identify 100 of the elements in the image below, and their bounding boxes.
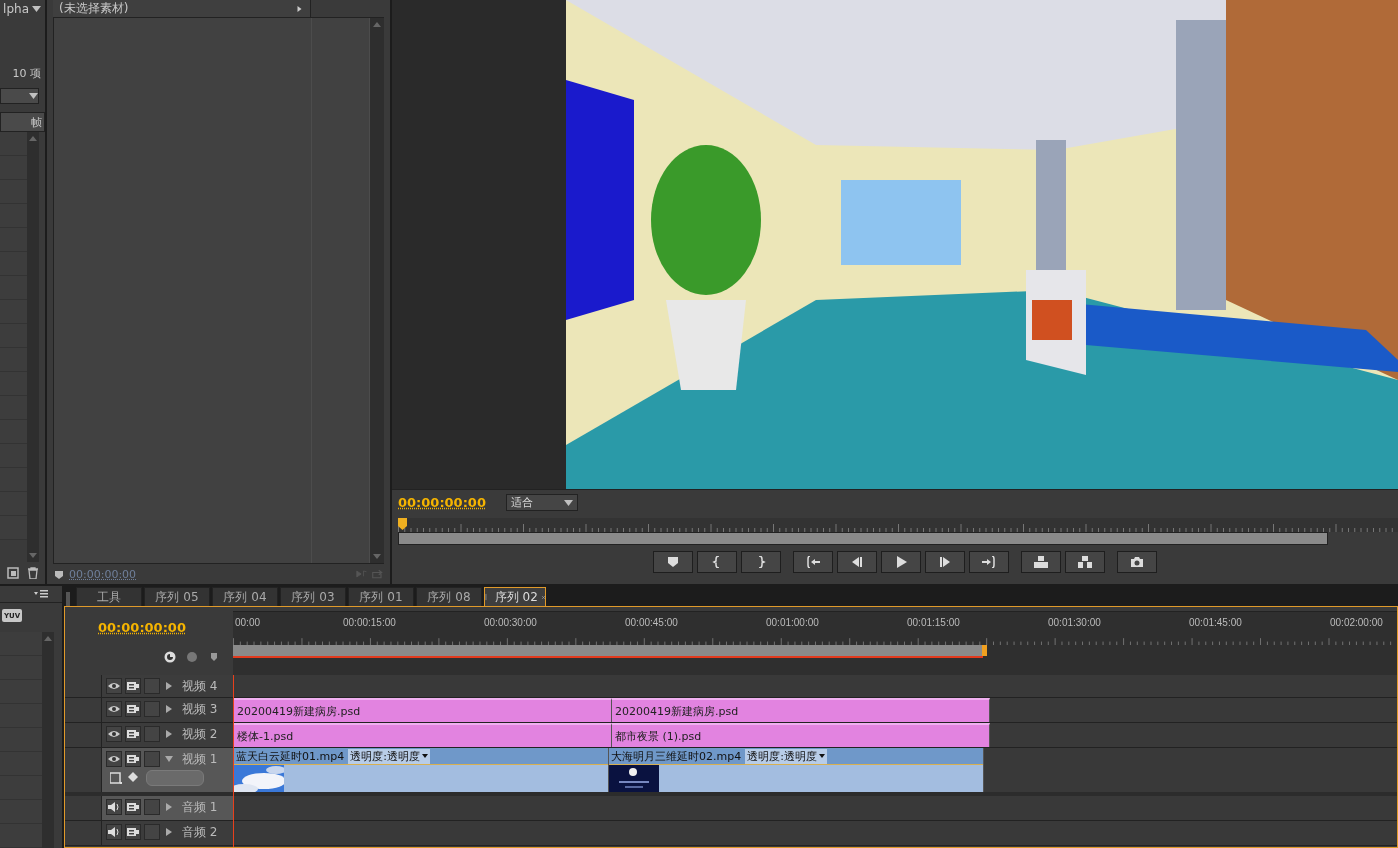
- clip[interactable]: 蓝天白云延时01.mp4 透明度:透明度: [234, 748, 609, 792]
- expand-icon[interactable]: [165, 730, 173, 738]
- scrollbar[interactable]: [27, 132, 39, 562]
- out-point-button[interactable]: [741, 551, 781, 573]
- expand-icon[interactable]: [165, 705, 173, 713]
- scroll-up-icon[interactable]: [44, 636, 52, 641]
- visibility-toggle[interactable]: [106, 678, 122, 694]
- step-forward-button[interactable]: [925, 551, 965, 573]
- visibility-toggle[interactable]: [106, 726, 122, 742]
- clip[interactable]: 大海明月三维延时02.mp4 透明度:透明度: [609, 748, 984, 792]
- caret-icon[interactable]: [32, 6, 41, 12]
- keyframe-icon[interactable]: [128, 772, 140, 784]
- dropdown[interactable]: [0, 88, 39, 104]
- expand-icon[interactable]: [295, 5, 304, 12]
- menu-icon[interactable]: [34, 590, 48, 599]
- scroll-down-icon[interactable]: [373, 554, 381, 559]
- visibility-toggle[interactable]: [106, 701, 122, 717]
- clip[interactable]: 20200419新建病房.psd: [612, 698, 990, 722]
- audio-toggle[interactable]: [106, 799, 122, 815]
- extract-icon: [1078, 556, 1092, 568]
- snap-icon[interactable]: [164, 651, 176, 663]
- track-name: 音频 2: [182, 823, 218, 841]
- trash-icon[interactable]: [27, 567, 39, 579]
- collapse-icon[interactable]: [165, 755, 173, 763]
- expand-icon[interactable]: [165, 828, 173, 836]
- track-header[interactable]: 音频 2: [65, 821, 233, 845]
- step-back-button[interactable]: [837, 551, 877, 573]
- track-header[interactable]: 视频 1: [65, 748, 233, 792]
- caret-icon: [29, 93, 38, 99]
- time-label: 00:01:00:00: [766, 616, 820, 630]
- extract-button[interactable]: [1065, 551, 1105, 573]
- column-header[interactable]: 帧: [0, 112, 45, 132]
- lock-toggle[interactable]: [144, 751, 160, 767]
- lock-toggle[interactable]: [144, 726, 160, 742]
- film-icon: [127, 802, 139, 812]
- play-button[interactable]: [881, 551, 921, 573]
- film-icon: [127, 754, 139, 764]
- close-icon[interactable]: [541, 593, 545, 601]
- sequence-tab[interactable]: 序列 08: [416, 587, 482, 606]
- new-item-icon[interactable]: [7, 567, 19, 579]
- export-icon[interactable]: [372, 568, 384, 580]
- work-area-handle[interactable]: [982, 645, 987, 656]
- expand-icon[interactable]: [165, 803, 173, 811]
- zoom-dropdown[interactable]: 适合: [505, 494, 578, 511]
- lock-toggle[interactable]: [144, 824, 160, 840]
- keyframe-navigator[interactable]: [146, 770, 204, 786]
- display-style-icon[interactable]: [110, 772, 122, 784]
- film-icon: [127, 827, 139, 837]
- marker-button[interactable]: [653, 551, 693, 573]
- clip[interactable]: 20200419新建病房.psd: [234, 698, 612, 722]
- scrollbar[interactable]: [370, 18, 384, 563]
- clip[interactable]: 都市夜景 (1).psd: [612, 723, 990, 747]
- track-header[interactable]: 视频 3: [65, 698, 233, 722]
- sync-lock-toggle[interactable]: [125, 701, 141, 717]
- timecode[interactable]: 00:00:00:00: [98, 620, 186, 635]
- sync-lock-toggle[interactable]: [125, 824, 141, 840]
- go-to-in-button[interactable]: [793, 551, 833, 573]
- sequence-tab[interactable]: 序列 03: [280, 587, 346, 606]
- sync-lock-toggle[interactable]: [125, 678, 141, 694]
- grip-icon[interactable]: [66, 592, 70, 606]
- sync-lock-toggle[interactable]: [125, 726, 141, 742]
- timecode[interactable]: 00:00:00:00: [398, 495, 486, 510]
- scroll-up-icon[interactable]: [373, 22, 381, 27]
- scroll-down-icon[interactable]: [29, 553, 37, 558]
- scroll-up-icon[interactable]: [29, 136, 37, 141]
- zoom-scrollbar[interactable]: [398, 532, 1328, 545]
- track-name: 音频 1: [182, 798, 218, 816]
- play-icon: [894, 556, 908, 568]
- playhead-icon[interactable]: [398, 518, 407, 530]
- in-point-button[interactable]: [697, 551, 737, 573]
- visibility-toggle[interactable]: [106, 751, 122, 767]
- sequence-tab[interactable]: 序列 02: [484, 587, 546, 606]
- expand-icon[interactable]: [165, 682, 173, 690]
- sync-lock-toggle[interactable]: [125, 751, 141, 767]
- effect-dropdown[interactable]: 透明度:透明度: [745, 748, 827, 764]
- track-name: 视频 3: [182, 700, 218, 718]
- track-header[interactable]: 视频 2: [65, 723, 233, 747]
- lock-toggle[interactable]: [144, 701, 160, 717]
- caret-icon: [818, 754, 825, 758]
- sequence-tab[interactable]: 序列 01: [348, 587, 414, 606]
- sequence-tab[interactable]: 工具: [76, 587, 142, 606]
- panel-menu-label[interactable]: lpha: [3, 2, 29, 16]
- lock-toggle[interactable]: [144, 678, 160, 694]
- track-name: 视频 1: [182, 750, 218, 768]
- go-to-out-button[interactable]: [969, 551, 1009, 573]
- track-header[interactable]: 音频 1: [65, 796, 233, 820]
- lock-toggle[interactable]: [144, 799, 160, 815]
- clip-selector[interactable]: (未选择素材): [53, 0, 311, 17]
- track-header[interactable]: 视频 4: [65, 675, 233, 697]
- time-ruler[interactable]: 00:00 00:00:15:00 00:00:30:00 00:00:45:00 00:01:00:00 00:01:15:00 00:01:30:00 00:01:45:00 00:02:00:00: [233, 611, 1397, 633]
- audio-icon[interactable]: [356, 568, 368, 580]
- clip[interactable]: 楼体-1.psd: [234, 723, 612, 747]
- scrollbar[interactable]: [42, 632, 54, 848]
- camera-button[interactable]: [1117, 551, 1157, 573]
- sequence-tab[interactable]: 序列 04: [212, 587, 278, 606]
- effect-dropdown[interactable]: 透明度:透明度: [348, 748, 430, 764]
- audio-toggle[interactable]: [106, 824, 122, 840]
- sequence-tab[interactable]: 序列 05: [144, 587, 210, 606]
- lift-button[interactable]: [1021, 551, 1061, 573]
- sync-lock-toggle[interactable]: [125, 799, 141, 815]
